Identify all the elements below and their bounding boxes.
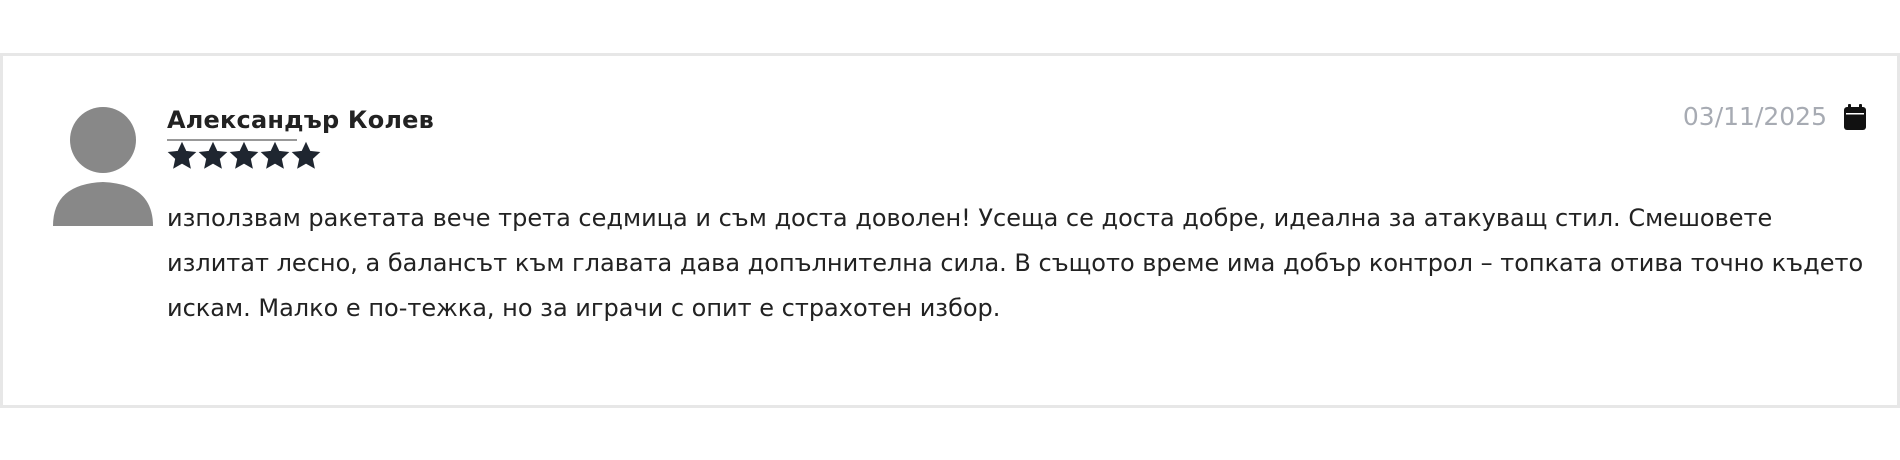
review-card: Александър Колев 03/11/2025 използвам ра… xyxy=(0,53,1900,408)
review-text: използвам ракетата вече трета седмица и … xyxy=(167,204,1864,322)
star-rating xyxy=(167,141,321,171)
reviewer-name: Александър Колев xyxy=(167,106,435,134)
review-date: 03/11/2025 xyxy=(1682,102,1827,131)
review-date-group: 03/11/2025 xyxy=(1683,102,1867,131)
star-icon xyxy=(198,141,228,169)
star-icon xyxy=(229,141,259,169)
star-icon xyxy=(260,141,290,169)
calendar-icon xyxy=(1843,103,1867,130)
star-icon xyxy=(167,141,197,169)
star-icon xyxy=(291,141,321,169)
avatar-icon xyxy=(53,106,153,226)
